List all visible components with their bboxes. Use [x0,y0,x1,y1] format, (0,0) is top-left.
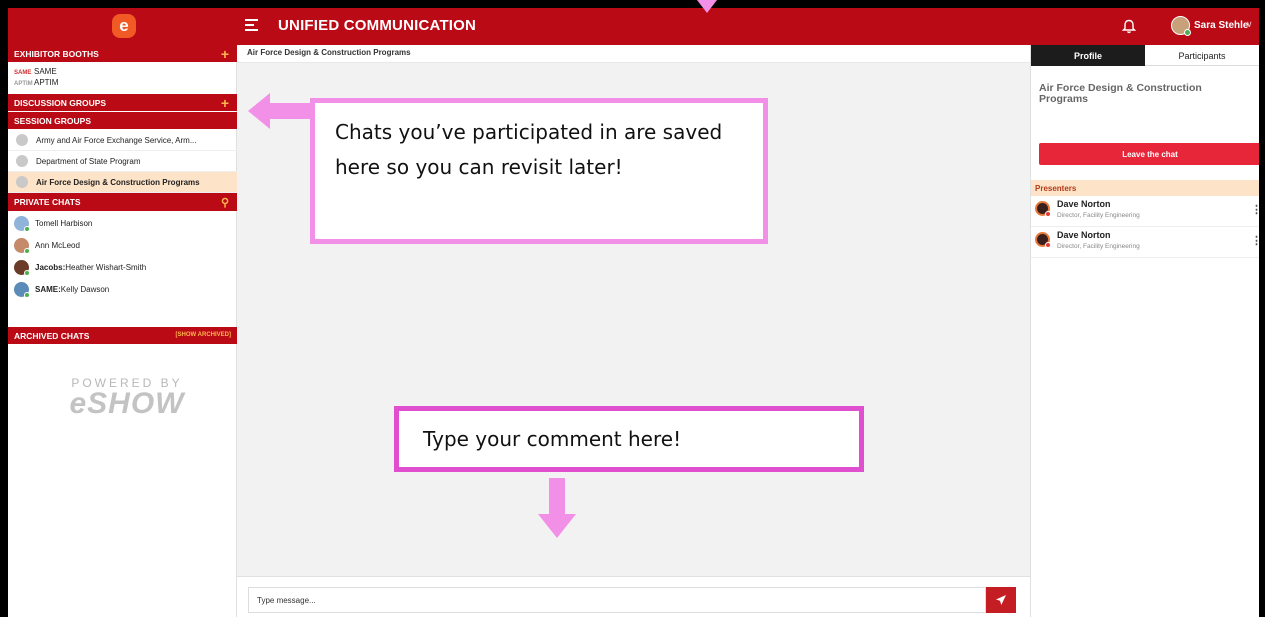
chat-name: Air Force Design & Construction Programs [1039,82,1202,105]
avatar [1035,232,1051,248]
avatar [1035,201,1051,217]
private-chat-item[interactable]: Jacobs:Heather Wishart-Smith [8,257,237,279]
session-group-item[interactable]: Department of State Program [8,151,237,172]
group-avatar-icon [16,155,28,167]
group-avatar-icon [16,134,28,146]
annotation-callout-archived: Chats you’ve participated in are saved h… [310,98,768,244]
annotation-arrow-down-icon [697,0,717,13]
more-options-icon[interactable]: ⋮ [1251,203,1259,216]
eshow-wordmark: eSHOW [69,387,185,420]
same-logo: SAME [14,70,32,76]
section-label: DISCUSSION GROUPS [14,98,107,108]
presenter-name: Dave Norton [1057,230,1111,240]
annotation-arrow-left-icon [248,93,312,129]
user-name[interactable]: Sara Stehle [1194,20,1248,31]
chat-contact-name: Kelly Dawson [60,285,110,294]
session-group-label: Army and Air Force Exchange Service, Arm… [36,136,197,145]
more-options-icon[interactable]: ⋮ [1251,234,1259,247]
right-panel: Profile Participants Air Force Design & … [1030,45,1259,617]
chat-contact-name: Tomell Harbison [35,219,93,228]
tab-participants[interactable]: Participants [1145,45,1259,66]
online-status-dot [1184,29,1191,36]
page-title: UNIFIED COMMUNICATION [278,17,477,34]
session-group-label: Air Force Design & Construction Programs [36,178,200,187]
send-icon [996,594,1006,605]
presenter-title: Director, Facility Engineering [1057,243,1140,250]
session-group-label: Department of State Program [36,157,141,166]
session-group-item[interactable]: Army and Air Force Exchange Service, Arm… [8,130,237,151]
chat-contact-name: Ann McLeod [35,241,80,250]
powered-by-logo: POWERED BY eSHOW [42,376,212,420]
presenters-header: Presenters [1031,180,1259,196]
user-avatar[interactable] [1171,16,1191,36]
section-label: ARCHIVED CHATS [14,331,90,341]
archived-chats-header: ARCHIVED CHATS [SHOW ARCHIVED] [8,327,237,344]
group-avatar-icon [16,176,28,188]
avatar [14,216,30,232]
presenter-item[interactable]: Dave Norton Director, Facility Engineeri… [1031,227,1259,258]
avatar [14,238,30,254]
session-group-item-active[interactable]: Air Force Design & Construction Programs [8,172,237,193]
chat-contact-name: Heather Wishart-Smith [65,263,147,272]
presenter-item[interactable]: Dave Norton Director, Facility Engineeri… [1031,196,1259,227]
add-icon[interactable]: + [221,95,229,111]
booth-label: SAME [34,67,57,76]
presenter-name: Dave Norton [1057,199,1111,209]
section-label: SESSION GROUPS [14,116,91,126]
avatar [14,282,30,298]
avatar [14,260,30,276]
eshow-logo[interactable]: e [112,14,136,38]
annotation-arrow-down-icon [538,478,576,538]
private-chat-item[interactable]: SAME:Kelly Dawson [8,279,237,301]
booth-label: APTIM [34,78,59,87]
tab-profile[interactable]: Profile [1031,45,1145,66]
leave-chat-button[interactable]: Leave the chat [1039,143,1259,165]
presenter-title: Director, Facility Engineering [1057,212,1140,219]
sidebar: EXHIBITOR BOOTHS + SAME SAME APTIMAPTIM D… [8,45,237,617]
private-chat-item[interactable]: Ann McLeod [8,235,237,257]
private-chat-item[interactable]: Tomell Harbison [8,213,237,235]
chevron-down-icon[interactable]: ∨ [1246,19,1253,30]
chat-org-prefix: Jacobs: [35,263,66,272]
section-label: EXHIBITOR BOOTHS [14,49,99,59]
booth-item-same[interactable]: SAME SAME [14,67,57,76]
menu-icon[interactable] [245,19,258,32]
top-bar: e UNIFIED COMMUNICATION Sara Stehle ∨ [8,8,1259,45]
section-label: PRIVATE CHATS [14,197,81,207]
chat-org-prefix: SAME: [35,285,61,294]
annotation-callout-type-comment: Type your comment here! [394,406,864,472]
add-icon[interactable]: + [221,46,229,62]
chat-title: Air Force Design & Construction Programs [237,45,1030,63]
message-input[interactable] [248,587,986,613]
session-groups-header: SESSION GROUPS [8,112,237,129]
show-archived-link[interactable]: [SHOW ARCHIVED] [176,332,231,338]
message-composer [237,576,1030,617]
private-chats-header: PRIVATE CHATS ⚲ [8,193,237,211]
send-button[interactable] [986,587,1016,613]
exhibitor-booths-header: EXHIBITOR BOOTHS + [8,45,237,62]
discussion-groups-header: DISCUSSION GROUPS + [8,94,237,111]
bell-icon[interactable] [1122,19,1136,34]
booth-item-aptim[interactable]: APTIMAPTIM [14,78,58,87]
search-icon[interactable]: ⚲ [221,196,229,209]
aptim-logo: APTIM [14,81,33,87]
